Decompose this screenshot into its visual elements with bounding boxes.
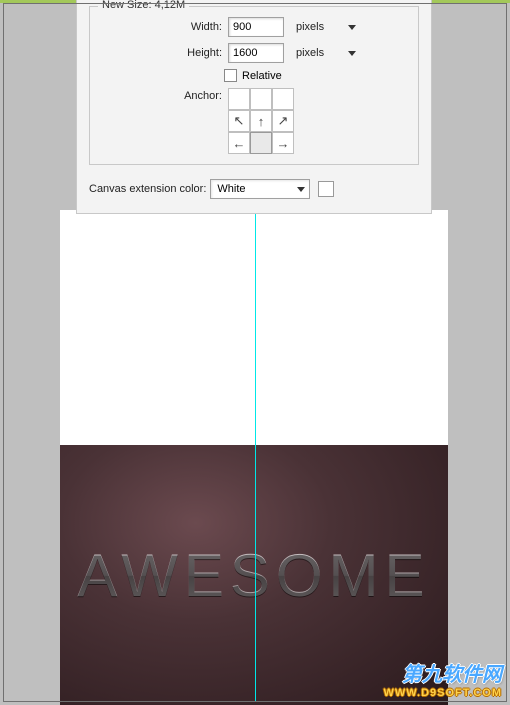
artwork-text: AWESOME — [77, 541, 430, 610]
new-size-label: New Size: — [102, 0, 152, 11]
extension-color-swatch[interactable] — [318, 181, 334, 197]
anchor-cell-0[interactable] — [228, 88, 250, 110]
relative-checkbox[interactable] — [224, 69, 237, 82]
anchor-cell-5[interactable]: ↗ — [272, 110, 294, 132]
chevron-down-icon — [348, 25, 356, 30]
watermark-line1: 第九软件网 — [384, 658, 503, 687]
watermark: 第九软件网 WWW.D9SOFT.COM — [384, 658, 503, 699]
new-size-fieldset: New Size: 4,12M Width: pixels Height: pi… — [89, 6, 419, 165]
width-input[interactable] — [228, 17, 284, 37]
anchor-cell-6[interactable]: ← — [228, 132, 250, 154]
extension-color-dropdown[interactable]: White — [210, 179, 310, 199]
anchor-label: Anchor: — [98, 88, 228, 154]
anchor-cell-8[interactable]: → — [272, 132, 294, 154]
height-unit-value: pixels — [296, 47, 324, 59]
anchor-grid: ↖ ↑ ↗ ← → — [228, 88, 294, 154]
anchor-row: Anchor: ↖ ↑ ↗ ← → — [98, 88, 410, 154]
relative-row: Relative — [224, 69, 410, 82]
new-size-value: 4,12M — [155, 0, 186, 11]
extension-color-row: Canvas extension color: White — [89, 179, 419, 199]
chevron-down-icon — [297, 187, 305, 192]
width-unit-dropdown[interactable]: pixels — [290, 17, 360, 37]
anchor-cell-4[interactable]: ↑ — [250, 110, 272, 132]
relative-label: Relative — [242, 70, 282, 82]
width-row: Width: pixels — [98, 17, 410, 37]
anchor-cell-2[interactable] — [272, 88, 294, 110]
new-size-legend: New Size: 4,12M — [98, 0, 189, 11]
width-label: Width: — [98, 21, 228, 33]
extension-color-label: Canvas extension color: — [89, 183, 206, 195]
canvas-size-dialog: New Size: 4,12M Width: pixels Height: pi… — [76, 0, 432, 214]
chevron-down-icon — [348, 51, 356, 56]
anchor-cell-1[interactable] — [250, 88, 272, 110]
anchor-cell-3[interactable]: ↖ — [228, 110, 250, 132]
extension-color-value: White — [217, 183, 245, 195]
height-input[interactable] — [228, 43, 284, 63]
watermark-line2: WWW.D9SOFT.COM — [384, 687, 503, 699]
width-unit-value: pixels — [296, 21, 324, 33]
canvas-upper-white — [60, 210, 448, 445]
height-unit-dropdown[interactable]: pixels — [290, 43, 360, 63]
height-label: Height: — [98, 47, 228, 59]
height-row: Height: pixels — [98, 43, 410, 63]
anchor-cell-center[interactable] — [250, 132, 272, 154]
